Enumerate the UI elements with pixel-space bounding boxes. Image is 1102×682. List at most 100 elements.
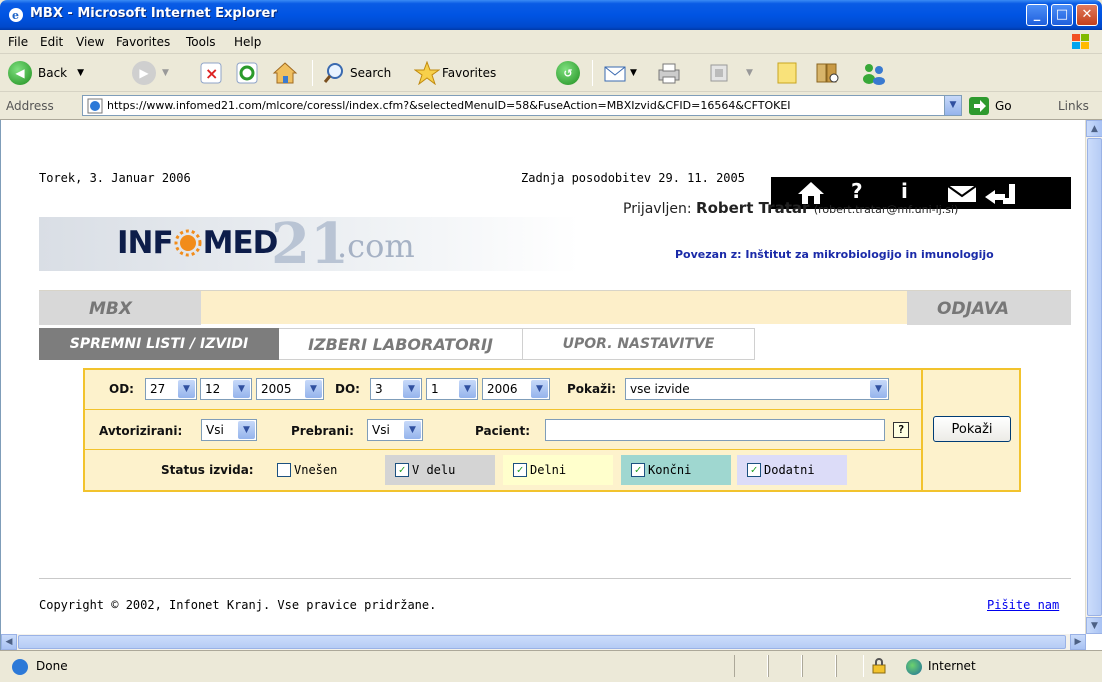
scroll-up-icon[interactable]: ▲ [1086,120,1102,137]
status-dodatni-checkbox[interactable]: ✓ [747,463,761,477]
od-day-value: 27 [150,382,166,396]
status-panel [768,655,802,677]
avtorizirani-label: Avtorizirani: [99,424,183,438]
security-zone: Internet [928,659,976,673]
help-icon[interactable]: ? [893,422,909,438]
do-month-select[interactable]: 1 ▼ [426,378,478,400]
status-label: Status izvida: [161,463,254,477]
status-koncni[interactable]: ✓ Končni [621,455,731,485]
pokazi-label: Pokaži: [567,382,617,396]
tab-izberi-laboratorij[interactable]: IZBERI LABORATORIJ [279,328,523,360]
status-panel [836,655,864,677]
connected-institution: Povezan z: Inštitut za mikrobiologijo in… [675,248,994,261]
mbx-menu-cell[interactable]: MBX [39,291,201,325]
status-dodatni-label: Dodatni [764,463,815,477]
page-viewport: Torek, 3. Januar 2006 Zadnja posodobitev… [0,120,1102,650]
status-delni-checkbox[interactable]: ✓ [513,463,527,477]
do-label: DO: [335,382,360,396]
lock-icon[interactable] [872,658,886,674]
status-koncni-checkbox[interactable]: ✓ [631,463,645,477]
prebrani-value: Vsi [372,423,390,437]
internet-zone-icon [906,659,922,675]
do-day-select[interactable]: 3 ▼ [370,378,422,400]
status-v-delu-checkbox[interactable]: ✓ [395,463,409,477]
vertical-scroll-thumb[interactable] [1087,138,1102,616]
chevron-down-icon: ▼ [531,380,548,398]
mbx-menu-label: MBX [89,299,132,319]
status-koncni-label: Končni [648,463,692,477]
od-month-select[interactable]: 12 ▼ [200,378,252,400]
chevron-down-icon: ▼ [233,380,250,398]
do-year-select[interactable]: 2006 ▼ [482,378,550,400]
logout-label: ODJAVA [937,299,1010,319]
od-month-value: 12 [205,382,221,396]
status-delni[interactable]: ✓ Delni [503,455,613,485]
status-row: Status izvida: Vnešen ✓ V delu ✓ Delni ✓ Ko… [85,450,921,490]
logo-text: INF MED [117,225,279,261]
search-form: OD: 27 ▼ 12 ▼ 2005 ▼ DO: 3 ▼ 1 ▼ 2006 ▼ Pokaži… [83,368,1021,492]
logo-sun-icon [174,229,202,257]
prebrani-select[interactable]: Vsi ▼ [367,419,423,441]
status-vnesen[interactable]: Vnešen [277,455,369,485]
write-us-link[interactable]: Pišite nam [987,598,1059,612]
logo-right: MED [202,225,279,261]
user-email: (robert.tratar@mf.uni-lj.si) [813,203,959,216]
chevron-down-icon: ▼ [238,421,255,439]
scroll-right-icon[interactable]: ▶ [1070,634,1086,650]
prebrani-label: Prebrani: [291,424,354,438]
scroll-left-icon[interactable]: ◀ [1,634,17,650]
od-year-select[interactable]: 2005 ▼ [256,378,324,400]
filter-row: Avtorizirani: Vsi ▼ Prebrani: Vsi ▼ Pacien… [85,410,921,450]
infomed-logo: 21 INF MED .com [39,211,579,277]
logo-com: .com [337,227,415,265]
pokazi-button[interactable]: Pokaži [933,416,1011,442]
status-text: Done [36,659,68,673]
app-menu-bar: MBX ODJAVA [39,290,1071,325]
page-status-icon [12,659,28,675]
status-bar: Done Internet [0,650,1102,682]
chevron-down-icon: ▼ [459,380,476,398]
pokazi-select[interactable]: vse izvide ▼ [625,378,889,400]
od-year-value: 2005 [261,382,292,396]
submit-cell: Pokaži [921,370,1019,490]
status-panel [734,655,768,677]
login-prefix: Prijavljen: [623,201,692,217]
status-vnesen-checkbox[interactable] [277,463,291,477]
pacient-input[interactable] [545,419,885,441]
do-day-value: 3 [375,382,383,396]
status-delni-label: Delni [530,463,567,477]
od-day-select[interactable]: 27 ▼ [145,378,197,400]
pacient-label: Pacient: [475,424,531,438]
svg-text:e: e [12,9,19,22]
status-v-delu[interactable]: ✓ V delu [385,455,495,485]
copyright-text: Copyright © 2002, Infonet Kranj. Vse pra… [39,598,437,612]
login-info: Prijavljen: Robert Tratar (robert.tratar… [623,199,958,217]
logout-icon[interactable] [983,181,1023,207]
footer-divider [39,578,1071,579]
user-name: Robert Tratar [696,199,810,217]
horizontal-scrollbar[interactable]: ◀ ▶ [1,634,1086,650]
do-month-value: 1 [431,382,439,396]
status-dodatni[interactable]: ✓ Dodatni [737,455,847,485]
current-date: Torek, 3. Januar 2006 [39,171,191,185]
status-v-delu-label: V delu [412,463,456,477]
pokazi-value: vse izvide [630,382,690,396]
chevron-down-icon: ▼ [305,380,322,398]
od-label: OD: [109,382,134,396]
chevron-down-icon: ▼ [870,380,887,398]
chevron-down-icon: ▼ [404,421,421,439]
logout-menu-cell[interactable]: ODJAVA [907,291,1071,325]
vertical-scrollbar[interactable]: ▲ ▼ [1085,120,1102,634]
status-panel [802,655,836,677]
do-year-value: 2006 [487,382,518,396]
tab-spremni-listi[interactable]: SPREMNI LISTI / IZVIDI [39,328,279,360]
scroll-down-icon[interactable]: ▼ [1086,617,1102,634]
tab-upor-nastavitve[interactable]: UPOR. NASTAVITVE [523,328,755,360]
horizontal-scroll-thumb[interactable] [18,635,1066,649]
last-updated: Zadnja posodobitev 29. 11. 2005 [521,171,745,185]
chevron-down-icon: ▼ [178,380,195,398]
status-vnesen-label: Vnešen [294,463,338,477]
avtorizirani-value: Vsi [206,423,224,437]
avtorizirani-select[interactable]: Vsi ▼ [201,419,257,441]
date-range-row: OD: 27 ▼ 12 ▼ 2005 ▼ DO: 3 ▼ 1 ▼ 2006 ▼ Pokaži… [85,370,921,410]
